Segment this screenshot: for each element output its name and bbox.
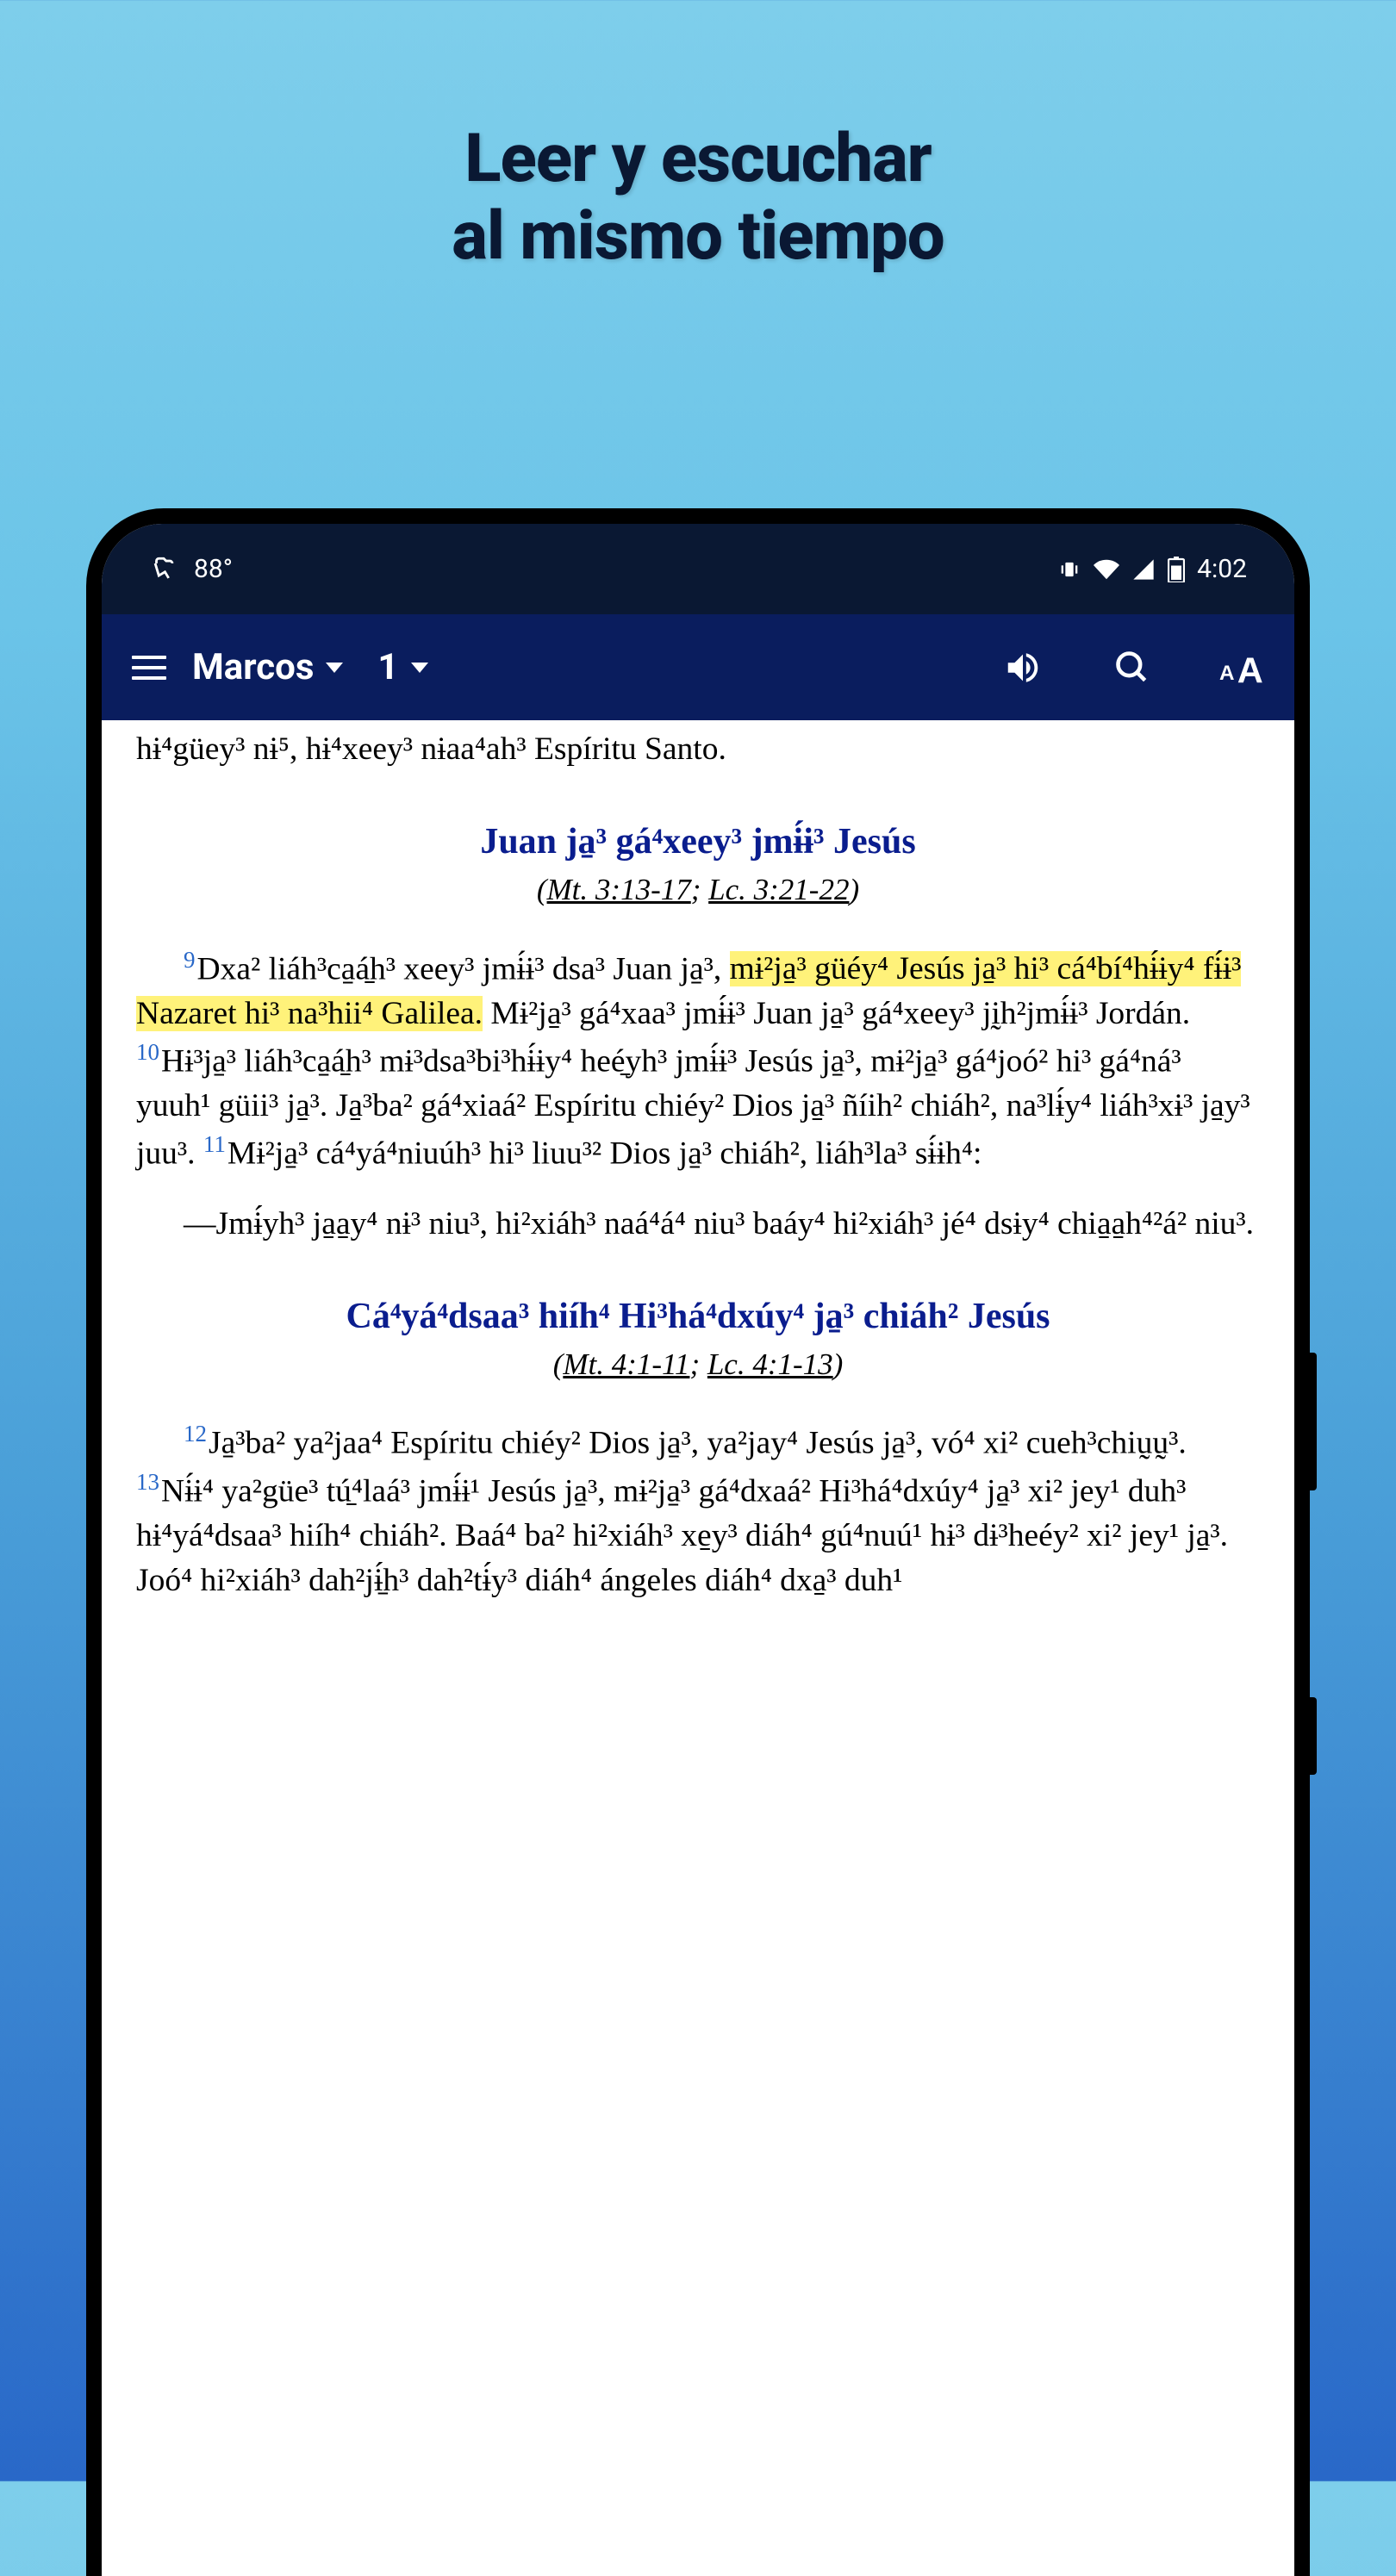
font-size-button[interactable]: AA bbox=[1219, 645, 1264, 690]
ref-link-lc-3[interactable]: Lc. 3:21-22 bbox=[708, 873, 849, 906]
status-temp: 88° bbox=[194, 554, 233, 584]
verse-number-13[interactable]: 13 bbox=[136, 1469, 159, 1495]
verse-9b: Mɨ²ja̱³ gá⁴xaa³ jmɨ́ɨ³ Juan ja̱³ gá⁴xeey… bbox=[483, 996, 1190, 1031]
ref-link-mt-4[interactable]: Mt. 4:1-11 bbox=[563, 1347, 689, 1381]
quote-1: —Jmɨ́yh³ ja̱a̱y⁴ nɨ³ niu³, hi²xiáh³ naá⁴… bbox=[136, 1202, 1260, 1247]
status-bar: 88° 4:02 bbox=[102, 524, 1294, 614]
chapter-number: 1 bbox=[377, 646, 398, 688]
svg-text:A: A bbox=[1237, 650, 1263, 687]
chapter-selector[interactable]: 1 bbox=[377, 646, 427, 688]
app-bar: Marcos 1 AA bbox=[102, 614, 1294, 720]
battery-icon bbox=[1168, 557, 1185, 582]
book-name: Marcos bbox=[192, 646, 314, 688]
ref-link-lc-4[interactable]: Lc. 4:1-13 bbox=[707, 1347, 833, 1381]
phone-side-button-2 bbox=[1310, 1697, 1317, 1775]
signal-icon bbox=[1131, 557, 1156, 582]
content-area[interactable]: hɨ⁴güey³ nɨ⁵, hɨ⁴xeey³ nɨaa⁴ah³ Espíritu… bbox=[102, 720, 1294, 1602]
book-selector[interactable]: Marcos bbox=[192, 646, 343, 688]
phone-frame: 88° 4:02 bbox=[86, 508, 1310, 2576]
svg-text:A: A bbox=[1219, 661, 1235, 684]
paragraph-2: 12Ja̱³ba² ya²jaa⁴ Espíritu chiéy² Dios j… bbox=[136, 1418, 1260, 1602]
verse-number-9[interactable]: 9 bbox=[184, 947, 196, 973]
verse-number-10[interactable]: 10 bbox=[136, 1039, 159, 1065]
phone-side-button-1 bbox=[1310, 1353, 1317, 1490]
truncated-prev-text: hɨ⁴güey³ nɨ⁵, hɨ⁴xeey³ nɨaa⁴ah³ Espíritu… bbox=[136, 720, 1260, 772]
cross-refs-1: (Mt. 3:13-17; Lc. 3:21-22) bbox=[136, 869, 1260, 911]
verse-number-11[interactable]: 11 bbox=[203, 1131, 226, 1157]
vibrate-icon bbox=[1057, 557, 1081, 582]
paragraph-1: 9Dxa² liáh³ca̱á̱h³ xeey³ jmɨ́ɨ³ dsa³ Jua… bbox=[136, 944, 1260, 1176]
run-icon bbox=[149, 555, 178, 584]
audio-button[interactable] bbox=[1000, 645, 1045, 690]
verse-number-12[interactable]: 12 bbox=[184, 1421, 207, 1447]
promo-line-2: al mismo tiempo bbox=[0, 198, 1396, 276]
search-button[interactable] bbox=[1110, 645, 1155, 690]
promo-line-1: Leer y escuchar bbox=[0, 121, 1396, 198]
chevron-down-icon bbox=[411, 663, 428, 673]
cross-refs-2: (Mt. 4:1-11; Lc. 4:1-13) bbox=[136, 1344, 1260, 1385]
verse-11: Mɨ²ja̱³ cá⁴yá⁴niuúh³ hi³ liuu³² Dios ja̱… bbox=[227, 1136, 982, 1171]
section-heading-2: Cá⁴yá⁴dsaa³ hiíh⁴ Hi³há⁴dxúy⁴ ja̱³ chiáh… bbox=[136, 1294, 1260, 1340]
menu-button[interactable] bbox=[132, 650, 166, 685]
verse-13: Nɨ́ɨ⁴ ya²güe³ tú̱⁴laá³ jmɨ́ɨ¹ Jesús ja̱³… bbox=[136, 1473, 1228, 1598]
verse-12: Ja̱³ba² ya²jaa⁴ Espíritu chiéy² Dios ja̱… bbox=[209, 1426, 1187, 1461]
phone-screen: 88° 4:02 bbox=[102, 524, 1294, 2576]
section-heading-1: Juan ja̱³ gá⁴xeey³ jmɨ́ɨ³ Jesús bbox=[136, 819, 1260, 865]
ref-link-mt-3[interactable]: Mt. 3:13-17 bbox=[547, 873, 691, 906]
wifi-icon bbox=[1094, 557, 1119, 582]
verse-9a: Dxa² liáh³ca̱á̱h³ xeey³ jmɨ́ɨ³ dsa³ Juan… bbox=[197, 951, 730, 986]
status-time: 4:02 bbox=[1197, 554, 1247, 584]
chevron-down-icon bbox=[326, 663, 343, 673]
